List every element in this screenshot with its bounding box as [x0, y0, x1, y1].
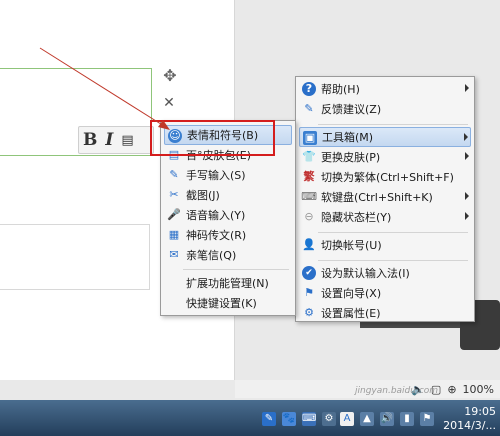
- menu-item-voice-input[interactable]: 🎤 语音输入(Y): [164, 205, 292, 225]
- ime-taskbar-icon[interactable]: ✎: [262, 412, 276, 426]
- clock-time: 19:05: [464, 405, 496, 418]
- menu-item-help[interactable]: ? 帮助(H): [299, 79, 471, 99]
- feedback-icon: ✎: [304, 102, 314, 115]
- menu-item-switch-account[interactable]: 👤 切换帐号(U): [299, 235, 471, 255]
- menu-divider: [318, 232, 468, 233]
- secondary-panel: [0, 224, 150, 290]
- menu-divider: [318, 260, 468, 261]
- chevron-right-icon: [465, 152, 469, 160]
- language-icon[interactable]: A: [340, 412, 354, 426]
- toolbox-icon: ▣: [303, 131, 317, 145]
- skin-icon: 👕: [302, 150, 316, 163]
- menu-divider: [318, 124, 468, 125]
- letter-icon: ✉: [169, 248, 179, 261]
- menu-item-toolbox[interactable]: ▣ 工具箱(M): [299, 127, 471, 147]
- menu-item-handwritten-letter[interactable]: ✉ 亲笔信(Q): [164, 245, 292, 265]
- paw-icon[interactable]: 🐾: [282, 412, 296, 426]
- menu-item-extension-manage[interactable]: 扩展功能管理(N): [164, 273, 292, 293]
- traditional-icon: 繁: [303, 170, 315, 183]
- voice-input-icon: 🎤: [167, 208, 181, 221]
- system-clock[interactable]: 19:05 2014/3/...: [443, 405, 496, 433]
- menu-item-screenshot[interactable]: ✂ 截图(J): [164, 185, 292, 205]
- menu-item-settings[interactable]: ⚙ 设置属性(E): [299, 303, 471, 323]
- settings-icon: ⚙: [304, 306, 314, 319]
- volume-icon[interactable]: 🔊: [380, 412, 394, 426]
- highlight-annotation-box: [150, 120, 275, 156]
- chevron-right-icon: [464, 133, 468, 141]
- format-toolbar: B I ▤: [78, 126, 154, 154]
- ime-context-menu: ? 帮助(H) ✎ 反馈建议(Z) ▣ 工具箱(M) 👕 更换皮肤(P) 繁 切…: [295, 76, 475, 322]
- watermark: jingyan.baidu.com: [355, 386, 439, 396]
- menu-item-default-ime[interactable]: ✔ 设为默认输入法(I): [299, 263, 471, 283]
- menu-item-handwriting[interactable]: ✎ 手写输入(S): [164, 165, 292, 185]
- flag-icon[interactable]: ⚑: [420, 412, 434, 426]
- bold-button[interactable]: B: [83, 130, 97, 150]
- qrcode-icon: ▦: [168, 228, 180, 241]
- close-icon[interactable]: ✕: [161, 95, 177, 111]
- help-icon: ?: [302, 82, 316, 96]
- handwriting-icon: ✎: [169, 168, 179, 181]
- menu-item-setup-wizard[interactable]: ⚑ 设置向导(X): [299, 283, 471, 303]
- screenshot-icon: ✂: [169, 188, 179, 201]
- keyboard-icon[interactable]: ⌨: [302, 412, 316, 426]
- italic-button[interactable]: I: [105, 130, 113, 150]
- network-icon[interactable]: ▲: [360, 412, 374, 426]
- menu-item-feedback[interactable]: ✎ 反馈建议(Z): [299, 99, 471, 119]
- chevron-right-icon: [465, 212, 469, 220]
- menu-item-qrcode-transfer[interactable]: ▦ 神码传文(R): [164, 225, 292, 245]
- menu-divider: [183, 269, 289, 270]
- settings-icon[interactable]: ⚙: [322, 412, 336, 426]
- chevron-right-icon: [465, 192, 469, 200]
- wizard-icon: ⚑: [304, 286, 314, 299]
- move-handle-icon[interactable]: ✥: [160, 66, 180, 86]
- keyboard-icon: ⌨: [301, 190, 317, 203]
- menu-item-shortcut-settings[interactable]: 快捷键设置(K): [164, 293, 292, 313]
- zoom-level[interactable]: 100%: [463, 383, 494, 396]
- menu-item-hide-statusbar[interactable]: ⊖ 隐藏状态栏(Y): [299, 207, 471, 227]
- media-icon[interactable]: ▤: [121, 133, 133, 148]
- menu-item-soft-keyboard[interactable]: ⌨ 软键盘(Ctrl+Shift+K): [299, 187, 471, 207]
- clock-date: 2014/3/...: [443, 419, 496, 432]
- account-icon: 👤: [302, 238, 316, 251]
- taskbar: ✎ 🐾 ⌨ ⚙ A ▲ 🔊 ▮ ⚑ 19:05 2014/3/...: [0, 400, 500, 436]
- hide-statusbar-icon: ⊖: [304, 210, 314, 223]
- menu-item-traditional[interactable]: 繁 切换为繁体(Ctrl+Shift+F): [299, 167, 471, 187]
- zoom-icon[interactable]: ⊕: [447, 383, 456, 396]
- power-icon[interactable]: ▮: [400, 412, 414, 426]
- menu-item-change-skin[interactable]: 👕 更换皮肤(P): [299, 147, 471, 167]
- chevron-right-icon: [465, 84, 469, 92]
- default-ime-icon: ✔: [302, 266, 316, 280]
